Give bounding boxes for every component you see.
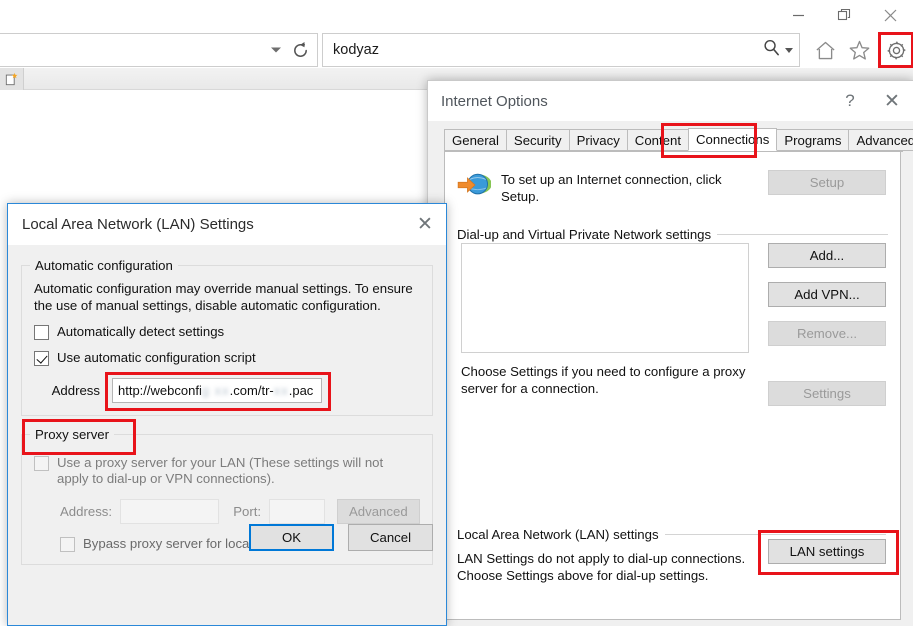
gear-icon[interactable]	[878, 32, 913, 68]
lan-settings-button[interactable]: LAN settings	[768, 539, 886, 564]
lan-legend-line	[664, 534, 886, 535]
dialup-connections-list[interactable]	[461, 243, 749, 353]
automatic-configuration-group: Automatic configuration Automatic config…	[21, 258, 433, 416]
auto-detect-settings-checkbox[interactable]	[34, 325, 49, 340]
lan-legend-label: Local Area Network (LAN) settings	[457, 527, 659, 542]
remove-button[interactable]: Remove...	[768, 321, 886, 346]
add-button[interactable]: Add...	[768, 243, 886, 268]
choose-settings-text: Choose Settings if you need to configure…	[461, 364, 746, 396]
restore-icon[interactable]	[821, 0, 867, 30]
proxy-server-legend: Proxy server	[30, 427, 115, 442]
advanced-button[interactable]: Advanced	[336, 499, 420, 524]
ok-button[interactable]: OK	[249, 524, 334, 551]
use-script-row[interactable]: Use automatic configuration script	[34, 350, 420, 366]
internet-options-tabs: General Security Privacy Content Connect…	[444, 123, 913, 158]
script-address-value-end: .pac	[288, 383, 314, 398]
script-address-label: Address	[51, 383, 100, 398]
script-address-value-middle: .com/tr-	[229, 383, 274, 398]
lan-settings-titlebar: Local Area Network (LAN) Settings ✕	[8, 204, 446, 245]
automatic-configuration-legend: Automatic configuration	[30, 258, 178, 273]
use-script-checkbox[interactable]	[34, 351, 49, 366]
toolbar-icons	[808, 32, 913, 68]
lan-description: LAN Settings do not apply to dial-up con…	[457, 551, 746, 583]
tab-connections[interactable]: Connections	[688, 128, 778, 151]
new-tab-button[interactable]	[0, 68, 24, 90]
proxy-port-input[interactable]	[269, 499, 325, 524]
script-address-redacted-2: xx	[273, 383, 289, 398]
cancel-button[interactable]: Cancel	[348, 524, 433, 551]
auto-detect-settings-row[interactable]: Automatically detect settings	[34, 324, 420, 340]
address-dropdown-icon[interactable]	[271, 47, 281, 53]
setup-row: To set up an Internet connection, click …	[457, 169, 888, 205]
tab-privacy[interactable]: Privacy	[568, 129, 628, 151]
tab-security[interactable]: Security	[505, 129, 570, 151]
lan-settings-title: Local Area Network (LAN) Settings	[22, 216, 254, 233]
setup-description: To set up an Internet connection, click …	[501, 172, 722, 204]
favorites-icon[interactable]	[842, 33, 876, 67]
close-icon[interactable]: ✕	[404, 205, 446, 243]
search-input-value: kodyaz	[333, 42, 379, 58]
lan-settings-button-wrap: LAN settings	[758, 530, 899, 575]
search-controls	[762, 38, 793, 62]
tab-advanced[interactable]: Advanced	[848, 129, 913, 151]
use-proxy-row[interactable]: Use a proxy server for your LAN (These s…	[34, 455, 420, 487]
screen: kodyaz Internet Options ? ✕ General Secu…	[0, 0, 913, 626]
search-dropdown-icon[interactable]	[785, 47, 793, 53]
lan-section: Local Area Network (LAN) settings LAN Se…	[457, 527, 899, 605]
internet-options-title-buttons: ? ✕	[829, 81, 913, 121]
proxy-address-row: Address: Port: Advanced	[34, 499, 420, 524]
search-icon[interactable]	[762, 38, 781, 62]
dialup-legend: Dial-up and Virtual Private Network sett…	[457, 227, 888, 242]
settings-button[interactable]: Settings	[768, 381, 886, 406]
script-address-row: Address http://webconfi g xx .com/tr-xx .pa…	[34, 372, 420, 411]
lan-settings-dialog: Local Area Network (LAN) Settings ✕ Auto…	[7, 203, 447, 626]
dialup-section: Dial-up and Virtual Private Network sett…	[457, 227, 888, 407]
script-address-input[interactable]: http://webconfi g xx .com/tr-xx .pac	[112, 378, 322, 403]
window-controls	[775, 0, 913, 30]
script-address-value-start: http://webconfi	[118, 383, 202, 398]
dialup-buttons: Add... Add VPN... Remove...	[768, 243, 886, 346]
proxy-port-label: Port:	[233, 504, 262, 519]
lan-settings-body: Automatic configuration Automatic config…	[8, 245, 446, 565]
use-proxy-checkbox[interactable]	[34, 456, 49, 471]
internet-options-title: Internet Options	[441, 92, 548, 110]
script-address-input-wrap: http://webconfi g xx .com/tr-xx .pac	[105, 372, 331, 411]
minimize-icon[interactable]	[775, 0, 821, 30]
proxy-address-input[interactable]	[120, 499, 220, 524]
connections-panel: To set up an Internet connection, click …	[444, 152, 901, 620]
internet-options-dialog: Internet Options ? ✕ General Security Pr…	[427, 80, 913, 626]
globe-arrow-icon	[457, 169, 497, 204]
tab-programs[interactable]: Programs	[776, 129, 850, 151]
internet-options-body: General Security Privacy Content Connect…	[428, 123, 913, 620]
dialup-legend-line	[717, 234, 888, 235]
address-bar[interactable]	[0, 33, 318, 67]
use-proxy-label: Use a proxy server for your LAN (These s…	[57, 455, 384, 486]
lan-settings-footer: OK Cancel	[249, 524, 433, 551]
bypass-proxy-checkbox[interactable]	[60, 537, 75, 552]
navigation-row: kodyaz	[0, 32, 913, 68]
home-icon[interactable]	[808, 33, 842, 67]
search-input[interactable]: kodyaz	[322, 33, 800, 67]
proxy-address-label: Address:	[60, 504, 113, 519]
script-address-redacted-1: g xx	[201, 383, 230, 398]
add-vpn-button[interactable]: Add VPN...	[768, 282, 886, 307]
tab-content[interactable]: Content	[626, 129, 689, 151]
automatic-configuration-description: Automatic configuration may override man…	[34, 281, 413, 313]
help-button[interactable]: ?	[829, 82, 871, 120]
internet-options-titlebar: Internet Options ? ✕	[428, 81, 913, 121]
browser-chrome: kodyaz	[0, 0, 913, 626]
tab-general[interactable]: General	[444, 129, 507, 151]
dialup-legend-label: Dial-up and Virtual Private Network sett…	[457, 227, 712, 242]
close-icon[interactable]: ✕	[871, 82, 913, 120]
lan-settings-title-buttons: ✕	[404, 204, 446, 244]
auto-detect-settings-label: Automatically detect settings	[57, 324, 225, 339]
setup-button[interactable]: Setup	[768, 170, 886, 195]
use-script-label: Use automatic configuration script	[57, 350, 256, 365]
reload-icon[interactable]	[287, 37, 313, 63]
close-icon[interactable]	[867, 0, 913, 30]
